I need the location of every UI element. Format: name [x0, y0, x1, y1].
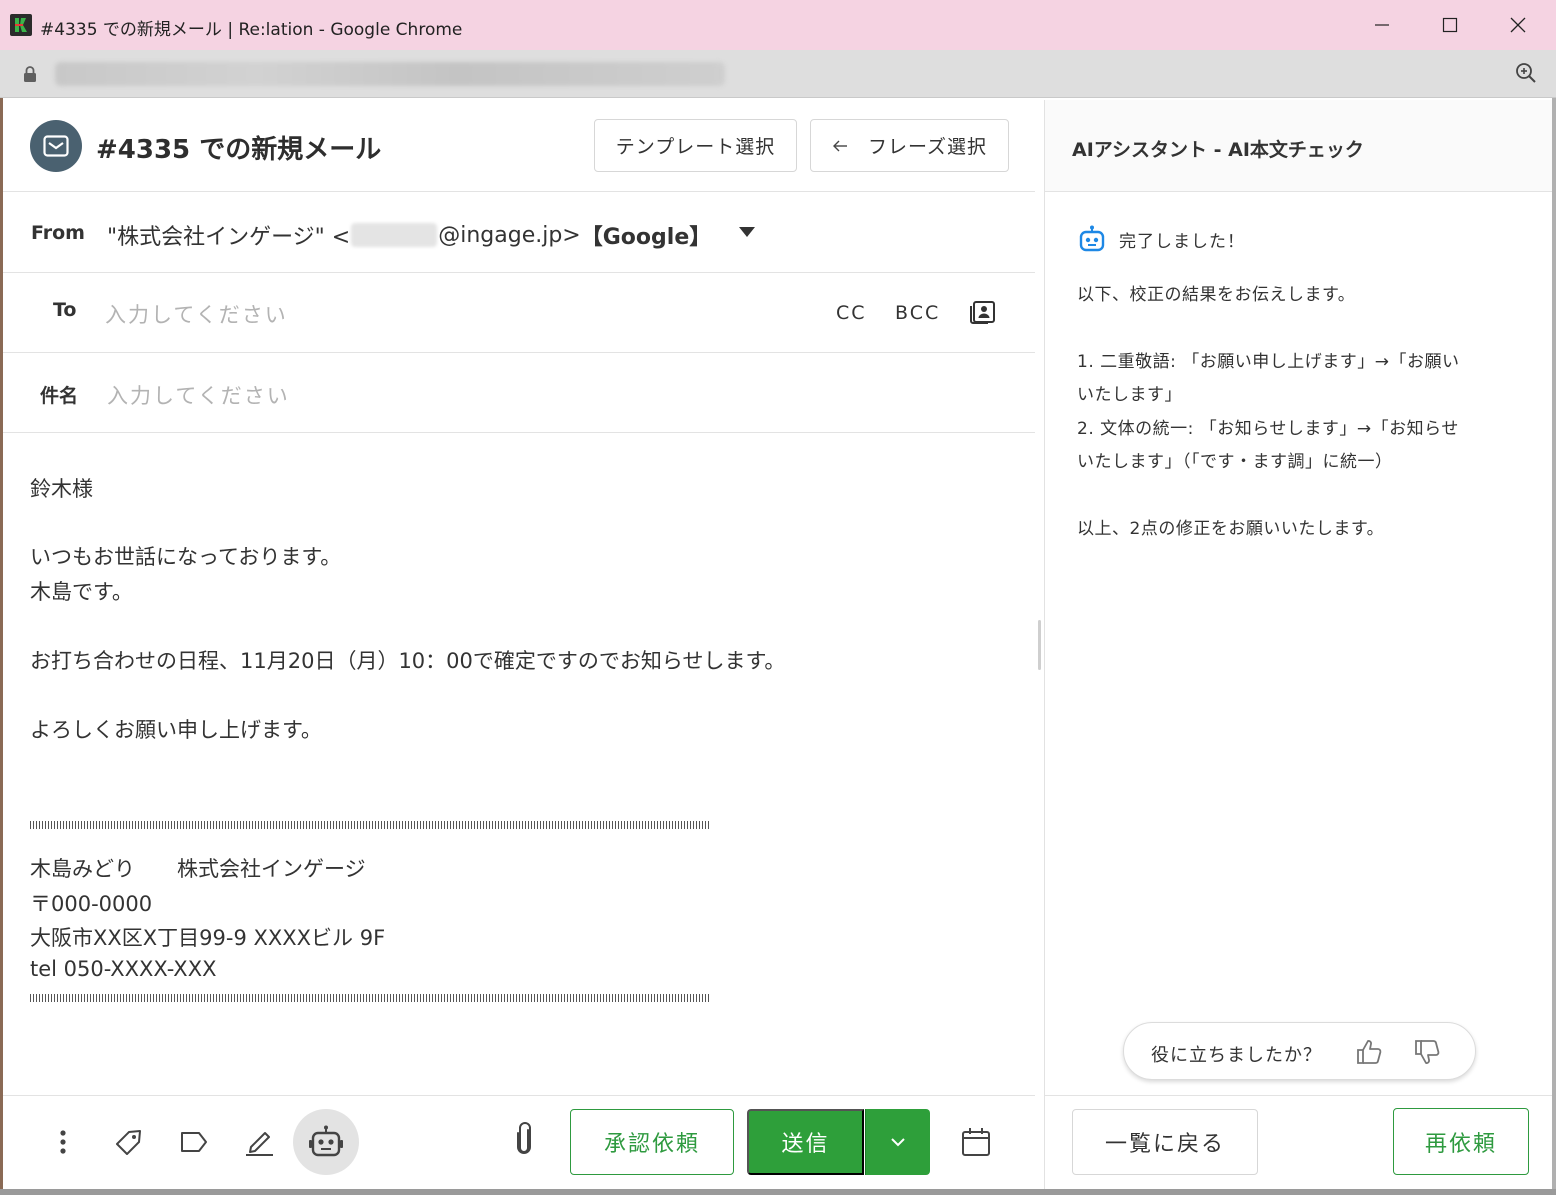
from-account: 【Google】: [580, 225, 712, 250]
signature-line: 大阪市XX区X丁目99-9 XXXXビル 9F: [30, 926, 386, 950]
paperclip-icon: [517, 1122, 531, 1154]
signature-line: 木島みどり 株式会社インゲージ: [30, 857, 366, 881]
ai-result-line: いたします」（「です・ます調」に統一）: [1077, 452, 1393, 472]
chevron-down-icon: [891, 1137, 905, 1146]
from-domain: @ingage.jp>: [438, 222, 581, 248]
ai-panel-header: AIアシスタント - AI本文チェック: [1045, 100, 1553, 192]
label-icon: [181, 1132, 207, 1152]
pen-icon: [246, 1132, 273, 1156]
subject-input[interactable]: 入力してください: [107, 380, 290, 410]
approval-request-button[interactable]: 承認依頼: [570, 1109, 734, 1175]
zoom-icon[interactable]: [1515, 62, 1537, 84]
template-select-button[interactable]: テンプレート選択: [594, 119, 797, 172]
address-book-icon[interactable]: [969, 297, 997, 325]
ai-assistant-panel: AIアシスタント - AI本文チェック 完了しました！ 以下、校正の結果をお伝え…: [1044, 100, 1553, 1190]
close-button[interactable]: [1498, 10, 1538, 40]
schedule-button[interactable]: [960, 1126, 992, 1158]
attach-button[interactable]: [508, 1122, 540, 1156]
more-button[interactable]: [47, 1126, 79, 1158]
page-title: #4335 での新規メール: [96, 135, 382, 165]
url-text-blurred: [55, 62, 725, 86]
app-logo-icon: [10, 14, 32, 36]
caret-down-icon[interactable]: [738, 226, 756, 238]
window-titlebar: #4335 での新規メール | Re:lation - Google Chrom…: [0, 0, 1556, 50]
envelope-icon: [43, 135, 69, 157]
subject-label: 件名: [40, 385, 79, 407]
from-label: From: [31, 222, 85, 244]
from-row: From "株式会社インゲージ" < @ingage.jp> 【Google】: [3, 192, 1035, 273]
address-bar[interactable]: [0, 50, 1556, 98]
phrase-select-label: フレーズ選択: [867, 136, 988, 158]
back-to-list-button[interactable]: 一覧に戻る: [1072, 1109, 1258, 1175]
thumbs-down-icon[interactable]: [1413, 1038, 1441, 1066]
to-input[interactable]: 入力してください: [105, 299, 288, 329]
signature-rule-bottom: [30, 994, 710, 1002]
body-line: 鈴木様: [30, 477, 93, 501]
feedback-question: 役に立ちましたか？: [1151, 1045, 1322, 1066]
from-email-local-blurred: [351, 223, 438, 247]
from-name: "株式会社インゲージ" <: [107, 225, 351, 250]
phrase-select-button[interactable]: フレーズ選択: [810, 119, 1009, 172]
minimize-icon: [1375, 24, 1389, 26]
mail-avatar: [30, 120, 82, 172]
signature-button[interactable]: [243, 1125, 275, 1157]
minimize-button[interactable]: [1362, 10, 1402, 40]
ai-result-line: 以上、2点の修正をお願いいたします。: [1077, 519, 1385, 539]
maximize-button[interactable]: [1430, 10, 1470, 40]
close-icon: [1510, 17, 1526, 33]
window-title: #4335 での新規メール | Re:lation - Google Chrom…: [40, 20, 463, 40]
ai-result-line: 1. 二重敬語: 「お願い申し上げます」→「お願い: [1077, 352, 1460, 372]
send-button[interactable]: 送信: [747, 1109, 864, 1175]
window-frame-left: [0, 98, 3, 1195]
composer-header: #4335 での新規メール テンプレート選択 フレーズ選択: [3, 100, 1035, 192]
bcc-button[interactable]: BCC: [895, 302, 940, 324]
signature-line: 〒000-0000: [30, 892, 153, 916]
ai-status-text: 完了しました！: [1119, 231, 1245, 252]
body-line: いつもお世話になっております。: [30, 545, 342, 569]
retry-request-button[interactable]: 再依頼: [1393, 1108, 1529, 1175]
tag-button[interactable]: [113, 1126, 145, 1158]
to-row: To 入力してください CC BCC: [3, 273, 1035, 353]
mail-composer: #4335 での新規メール テンプレート選択 フレーズ選択 From "株式会社…: [3, 100, 1035, 1190]
from-value[interactable]: "株式会社インゲージ" < @ingage.jp> 【Google】: [107, 219, 711, 251]
ai-result-line: 以下、校正の結果をお伝えします。: [1077, 285, 1356, 305]
feedback-pill: 役に立ちましたか？: [1123, 1022, 1476, 1080]
ai-result-line: いたします」: [1077, 385, 1182, 405]
window-frame-right: [1552, 98, 1556, 1195]
body-line: よろしくお願い申し上げます。: [30, 718, 322, 742]
robot-icon: [1079, 225, 1105, 252]
maximize-icon: [1442, 17, 1458, 33]
robot-icon: [309, 1125, 343, 1157]
ai-status: 完了しました！: [1077, 225, 1245, 253]
ai-result-line: 2. 文体の統一: 「お知らせします」→「お知らせ: [1077, 419, 1459, 439]
mail-body-editor[interactable]: 鈴木様 いつもお世話になっております。 木島です。 お打ち合わせの日程、11月2…: [3, 433, 1035, 1095]
label-button[interactable]: [178, 1126, 210, 1158]
cc-button[interactable]: CC: [836, 302, 867, 324]
subject-row: 件名 入力してください: [3, 353, 1035, 433]
more-vertical-icon: [60, 1130, 66, 1154]
to-label: To: [53, 299, 77, 321]
composer-toolbar: 承認依頼 送信: [3, 1095, 1035, 1190]
body-line: お打ち合わせの日程、11月20日（月）10：00で確定ですのでお知らせします。: [30, 649, 786, 673]
signature-line: tel 050-XXXX-XXX: [30, 957, 217, 981]
lock-icon: [24, 66, 36, 82]
signature-rule-top: [30, 821, 710, 829]
send-options-button[interactable]: [865, 1109, 930, 1175]
body-line: 木島です。: [30, 580, 133, 604]
thumbs-up-icon[interactable]: [1355, 1038, 1383, 1066]
tag-icon: [116, 1130, 141, 1155]
pane-resize-handle[interactable]: [1038, 620, 1041, 670]
ai-assistant-button[interactable]: [293, 1109, 359, 1175]
window-frame-bottom: [0, 1189, 1556, 1195]
ai-panel-title: AIアシスタント - AI本文チェック: [1072, 139, 1364, 161]
arrow-left-icon: [832, 140, 847, 151]
calendar-icon: [962, 1128, 990, 1156]
ai-panel-footer: 一覧に戻る 再依頼: [1045, 1095, 1553, 1190]
